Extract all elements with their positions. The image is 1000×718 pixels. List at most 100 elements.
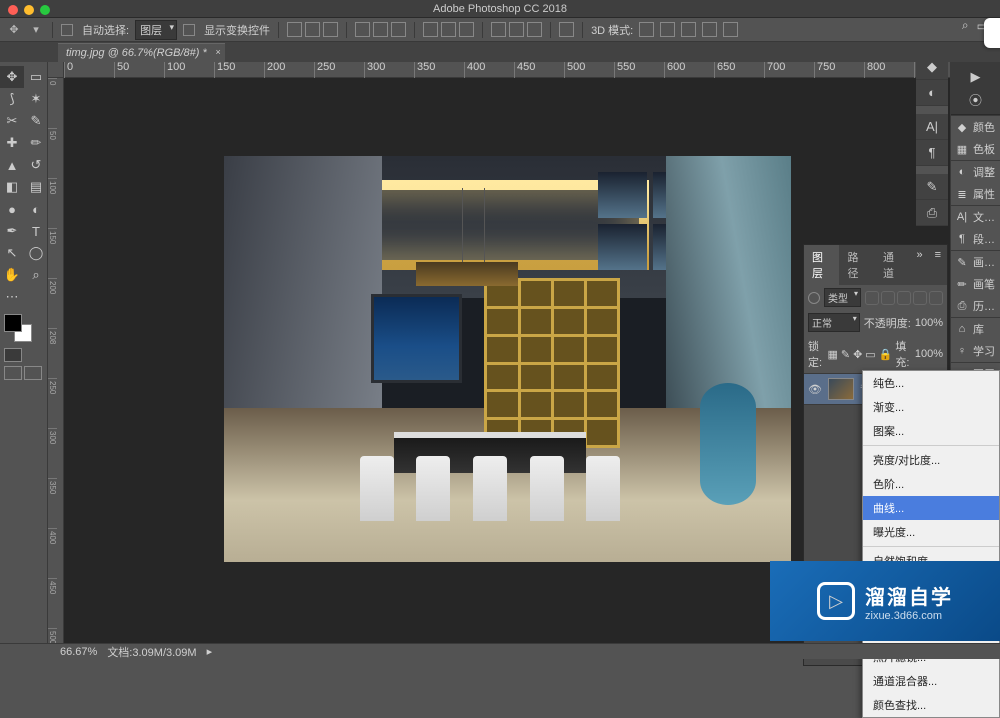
align-top-icon[interactable]	[287, 22, 302, 37]
align-bottom-icon[interactable]	[323, 22, 338, 37]
close-tab-icon[interactable]: ×	[216, 47, 221, 57]
menu-item[interactable]: 图案...	[863, 419, 999, 443]
screen-mode-1-icon[interactable]	[4, 366, 22, 380]
dist-6-icon[interactable]	[527, 22, 542, 37]
rail-item[interactable]: ◐调整	[951, 161, 1000, 183]
shape-tool[interactable]: ◯	[24, 242, 48, 264]
rail-item[interactable]: ≣属性	[951, 183, 1000, 205]
stamp-tool[interactable]: ▲	[0, 154, 24, 176]
panel-menu-icon[interactable]: ≡	[929, 245, 947, 285]
zoom-icon[interactable]	[40, 5, 50, 15]
ruler-origin[interactable]	[48, 62, 64, 78]
rail-item[interactable]: A|文…	[951, 206, 1000, 228]
color-swatches[interactable]	[4, 314, 32, 342]
align-right-icon[interactable]	[391, 22, 406, 37]
dock-brush-icon[interactable]: ✎	[916, 174, 948, 200]
filter-shape-icon[interactable]	[913, 291, 927, 305]
type-tool[interactable]: T	[24, 220, 48, 242]
align-buttons[interactable]	[287, 22, 338, 37]
standard-mode-icon[interactable]	[4, 348, 22, 362]
quick-select-tool[interactable]: ✶	[24, 88, 48, 110]
crop-tool[interactable]: ✂	[0, 110, 24, 132]
heal-tool[interactable]: ✚	[0, 132, 24, 154]
hand-tool[interactable]: ✋	[0, 264, 24, 286]
menu-item[interactable]: 渐变...	[863, 395, 999, 419]
dock-para-icon[interactable]: ¶	[916, 140, 948, 166]
document-tab[interactable]: timg.jpg @ 66.7%(RGB/8#) * ×	[58, 43, 225, 62]
3d-scale-icon[interactable]	[723, 22, 738, 37]
zoom-tool[interactable]: ⌕	[24, 264, 48, 286]
ruler-vertical[interactable]: 050100150200208250300350400450500550	[48, 78, 64, 643]
eraser-tool[interactable]: ◧	[0, 176, 24, 198]
play-action-icon[interactable]: ▶	[955, 66, 996, 88]
layer-thumbnail[interactable]	[828, 378, 854, 400]
filter-smart-icon[interactable]	[929, 291, 943, 305]
rail-item[interactable]: ✏画笔	[951, 273, 1000, 295]
filter-pixel-icon[interactable]	[865, 291, 879, 305]
rail-item[interactable]: ♀学习	[951, 340, 1000, 362]
ruler-horizontal[interactable]: 0501001502002503003504004505005506006507…	[64, 62, 950, 78]
align-h-buttons[interactable]	[355, 22, 406, 37]
tab-channels[interactable]: 通道	[875, 245, 910, 285]
dist-3-icon[interactable]	[459, 22, 474, 37]
screen-mode[interactable]	[4, 366, 43, 380]
rail-item[interactable]: ▦色板	[951, 138, 1000, 160]
lock-icon[interactable]: 🔒	[879, 348, 893, 361]
rail-item[interactable]: ¶段…	[951, 228, 1000, 250]
menu-item[interactable]: 亮度/对比度...	[863, 448, 999, 472]
document-image[interactable]	[224, 156, 791, 562]
dist-4-icon[interactable]	[491, 22, 506, 37]
3d-rotate-icon[interactable]	[639, 22, 654, 37]
layer-filter-search-icon[interactable]	[808, 292, 820, 304]
tool-preset-dropdown-icon[interactable]: ▾	[28, 22, 44, 38]
show-transform-checkbox[interactable]	[183, 24, 195, 36]
brush-tool[interactable]: ✏	[24, 132, 48, 154]
pen-tool[interactable]: ✒	[0, 220, 24, 242]
menu-item[interactable]: 曝光度...	[863, 520, 999, 544]
tab-paths[interactable]: 路径	[839, 245, 874, 285]
distribute-h-buttons[interactable]	[491, 22, 542, 37]
dist-5-icon[interactable]	[509, 22, 524, 37]
path-select-tool[interactable]: ↖	[0, 242, 24, 264]
menu-item[interactable]: 色阶...	[863, 472, 999, 496]
blur-tool[interactable]: ●	[0, 198, 24, 220]
filter-type-icon[interactable]	[897, 291, 911, 305]
dodge-tool[interactable]: ◐	[24, 198, 48, 220]
dock-color-icon[interactable]: ◆	[916, 54, 948, 80]
visibility-eye-icon[interactable]: 👁	[808, 383, 822, 396]
auto-select-dropdown[interactable]: 图层	[135, 20, 177, 40]
window-controls[interactable]	[8, 5, 50, 15]
align-hcenter-icon[interactable]	[373, 22, 388, 37]
menu-item[interactable]: 曲线...	[863, 496, 999, 520]
minimize-icon[interactable]	[24, 5, 34, 15]
lasso-tool[interactable]: ⟆	[0, 88, 24, 110]
auto-select-checkbox[interactable]	[61, 24, 73, 36]
auto-align-button[interactable]	[559, 22, 574, 37]
blend-mode-dropdown[interactable]: 正常	[808, 313, 860, 332]
history-brush-tool[interactable]: ↺	[24, 154, 48, 176]
menu-item[interactable]: 颜色查找...	[863, 693, 999, 717]
gradient-tool[interactable]: ▤	[24, 176, 48, 198]
record-action-icon[interactable]: ⦿	[955, 88, 996, 110]
menu-item[interactable]: 纯色...	[863, 371, 999, 395]
zoom-level[interactable]: 66.67%	[60, 646, 97, 658]
foreground-swatch[interactable]	[4, 314, 22, 332]
3d-roll-icon[interactable]	[660, 22, 675, 37]
close-icon[interactable]	[8, 5, 18, 15]
panel-collapse-icon[interactable]: »	[910, 245, 928, 285]
status-dropdown-icon[interactable]: ▸	[207, 645, 213, 658]
eyedropper-tool[interactable]: ✎	[24, 110, 48, 132]
distribute-buttons[interactable]	[423, 22, 474, 37]
rail-item[interactable]: ⌂库	[951, 318, 1000, 340]
rail-item[interactable]: ◆颜色	[951, 116, 1000, 138]
quick-mask-toggle[interactable]	[4, 348, 43, 362]
align-left-icon[interactable]	[355, 22, 370, 37]
lock-pos-icon[interactable]: ✥	[853, 348, 862, 361]
dock-adjust-icon[interactable]: ◐	[916, 80, 948, 106]
layer-filter-kind[interactable]: 类型	[824, 288, 861, 307]
screen-mode-2-icon[interactable]	[24, 366, 42, 380]
lock-artboard-icon[interactable]: ▭	[865, 348, 875, 361]
filter-adjust-icon[interactable]	[881, 291, 895, 305]
3d-slide-icon[interactable]	[702, 22, 717, 37]
lock-all-icon[interactable]: ▦	[827, 348, 837, 361]
